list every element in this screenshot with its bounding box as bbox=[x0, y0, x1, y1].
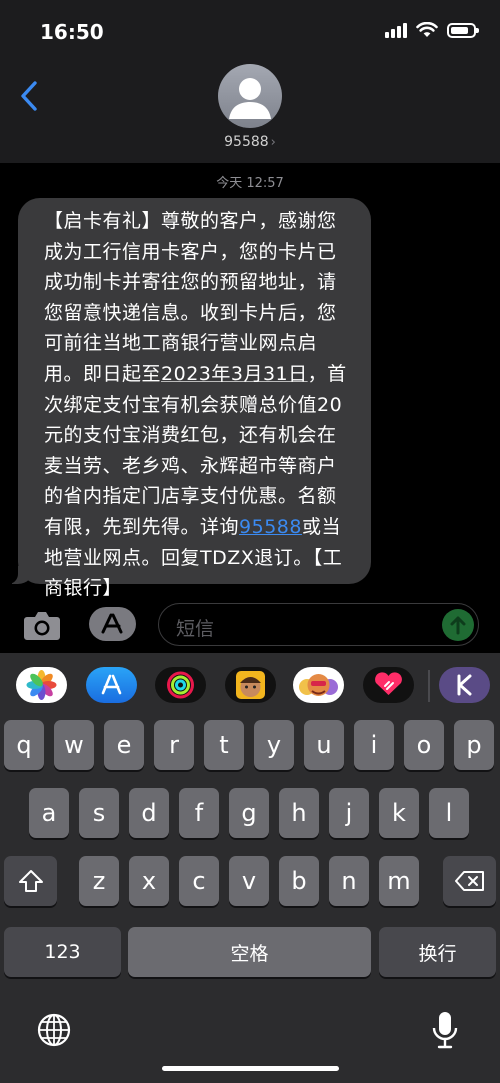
key-e-label: e bbox=[116, 731, 132, 759]
keyboard: q w e r t y u i o p a s d f g h j k l z x c v b n m 123 空格 换行 bbox=[0, 653, 500, 1083]
key-y-label: y bbox=[266, 731, 282, 759]
delete-icon bbox=[454, 871, 484, 891]
key-q[interactable]: q bbox=[4, 720, 44, 770]
key-t-label: t bbox=[219, 731, 229, 759]
key-i-label: i bbox=[370, 731, 378, 759]
wifi-icon bbox=[416, 22, 438, 37]
shift-icon bbox=[18, 870, 43, 892]
key-u-label: u bbox=[316, 731, 332, 759]
memoji-app-icon[interactable] bbox=[225, 667, 276, 703]
photos-app-icon[interactable] bbox=[16, 667, 67, 703]
numbers-key-label: 123 bbox=[44, 941, 81, 963]
delete-key[interactable] bbox=[443, 856, 496, 906]
arrow-up-icon bbox=[450, 616, 466, 635]
imessage-app-strip bbox=[0, 653, 500, 717]
microphone-icon[interactable] bbox=[430, 1010, 460, 1050]
phone-number-link[interactable]: 95588 bbox=[239, 516, 302, 538]
key-f-label: f bbox=[194, 799, 204, 827]
key-d-label: d bbox=[141, 799, 157, 827]
key-o[interactable]: o bbox=[404, 720, 444, 770]
key-l-label: l bbox=[445, 799, 453, 827]
app-store-strip-icon[interactable] bbox=[86, 667, 137, 703]
key-m-label: m bbox=[387, 867, 411, 895]
key-u[interactable]: u bbox=[304, 720, 344, 770]
globe-icon[interactable] bbox=[36, 1012, 72, 1048]
key-n-label: n bbox=[341, 867, 357, 895]
memoji-stickers-app-icon[interactable] bbox=[293, 667, 344, 703]
key-v[interactable]: v bbox=[229, 856, 269, 906]
keyboard-app-k-icon[interactable] bbox=[439, 667, 490, 703]
return-key-label: 换行 bbox=[418, 942, 457, 965]
incoming-message-bubble[interactable]: 【启卡有礼】尊敬的客户，感谢您成为工行信用卡客户，您的卡片已成功制卡并寄往您的预… bbox=[4, 198, 371, 599]
status-time: 16:50 bbox=[40, 20, 104, 44]
message-text: 【启卡有礼】尊敬的客户，感谢您成为工行信用卡客户，您的卡片已成功制卡并寄往您的预… bbox=[44, 210, 347, 600]
key-w-label: w bbox=[64, 731, 84, 759]
cellular-signal-icon bbox=[385, 22, 407, 38]
key-c-label: c bbox=[192, 867, 206, 895]
key-l[interactable]: l bbox=[429, 788, 469, 838]
key-s[interactable]: s bbox=[79, 788, 119, 838]
key-v-label: v bbox=[241, 867, 257, 895]
return-key[interactable]: 换行 bbox=[379, 927, 496, 977]
app-store-icon bbox=[101, 613, 123, 634]
key-b-label: b bbox=[291, 867, 307, 895]
key-p-label: p bbox=[466, 731, 482, 759]
key-e[interactable]: e bbox=[104, 720, 144, 770]
activity-app-icon[interactable] bbox=[155, 667, 206, 703]
back-chevron-icon[interactable] bbox=[18, 80, 42, 112]
message-input[interactable]: 短信 bbox=[158, 603, 479, 646]
status-icons bbox=[385, 22, 479, 38]
home-indicator[interactable] bbox=[162, 1066, 339, 1071]
key-z[interactable]: z bbox=[79, 856, 119, 906]
key-w[interactable]: w bbox=[54, 720, 94, 770]
key-a[interactable]: a bbox=[29, 788, 69, 838]
key-d[interactable]: d bbox=[129, 788, 169, 838]
key-g-label: g bbox=[241, 799, 257, 827]
app-strip-divider bbox=[428, 670, 430, 702]
date-detected-link[interactable]: 2023年3月31日 bbox=[161, 363, 308, 385]
key-x[interactable]: x bbox=[129, 856, 169, 906]
key-q-label: q bbox=[16, 731, 32, 759]
key-h-label: h bbox=[291, 799, 307, 827]
key-y[interactable]: y bbox=[254, 720, 294, 770]
key-n[interactable]: n bbox=[329, 856, 369, 906]
key-c[interactable]: c bbox=[179, 856, 219, 906]
message-timestamp: 今天 12:57 bbox=[216, 176, 284, 191]
key-k-label: k bbox=[392, 799, 406, 827]
message-input-placeholder: 短信 bbox=[176, 618, 215, 640]
camera-icon[interactable] bbox=[22, 607, 62, 643]
key-z-label: z bbox=[92, 867, 106, 895]
key-f[interactable]: f bbox=[179, 788, 219, 838]
key-r[interactable]: r bbox=[154, 720, 194, 770]
space-key[interactable]: 空格 bbox=[128, 927, 371, 977]
conversation-header: 16:50 95588 › bbox=[0, 0, 500, 163]
contact-name[interactable]: 95588 › bbox=[0, 134, 500, 150]
key-j-label: j bbox=[345, 799, 353, 827]
key-b[interactable]: b bbox=[279, 856, 319, 906]
key-h[interactable]: h bbox=[279, 788, 319, 838]
key-j[interactable]: j bbox=[329, 788, 369, 838]
contact-name-text: 95588 bbox=[224, 134, 269, 150]
contact-chevron-icon: › bbox=[270, 135, 276, 150]
contact-avatar[interactable] bbox=[218, 64, 282, 128]
key-t[interactable]: t bbox=[204, 720, 244, 770]
key-r-label: r bbox=[169, 731, 179, 759]
space-key-label: 空格 bbox=[230, 942, 269, 965]
numbers-key[interactable]: 123 bbox=[4, 927, 121, 977]
key-m[interactable]: m bbox=[379, 856, 419, 906]
key-k[interactable]: k bbox=[379, 788, 419, 838]
app-store-button[interactable] bbox=[89, 607, 136, 641]
battery-icon bbox=[447, 22, 479, 38]
key-s-label: s bbox=[92, 799, 106, 827]
key-a-label: a bbox=[41, 799, 57, 827]
digital-touch-app-icon[interactable] bbox=[363, 667, 414, 703]
key-p[interactable]: p bbox=[454, 720, 494, 770]
send-button[interactable] bbox=[442, 609, 474, 641]
key-o-label: o bbox=[416, 731, 432, 759]
person-silhouette-icon bbox=[229, 78, 271, 119]
shift-key[interactable] bbox=[4, 856, 57, 906]
key-g[interactable]: g bbox=[229, 788, 269, 838]
key-x-label: x bbox=[141, 867, 157, 895]
key-i[interactable]: i bbox=[354, 720, 394, 770]
